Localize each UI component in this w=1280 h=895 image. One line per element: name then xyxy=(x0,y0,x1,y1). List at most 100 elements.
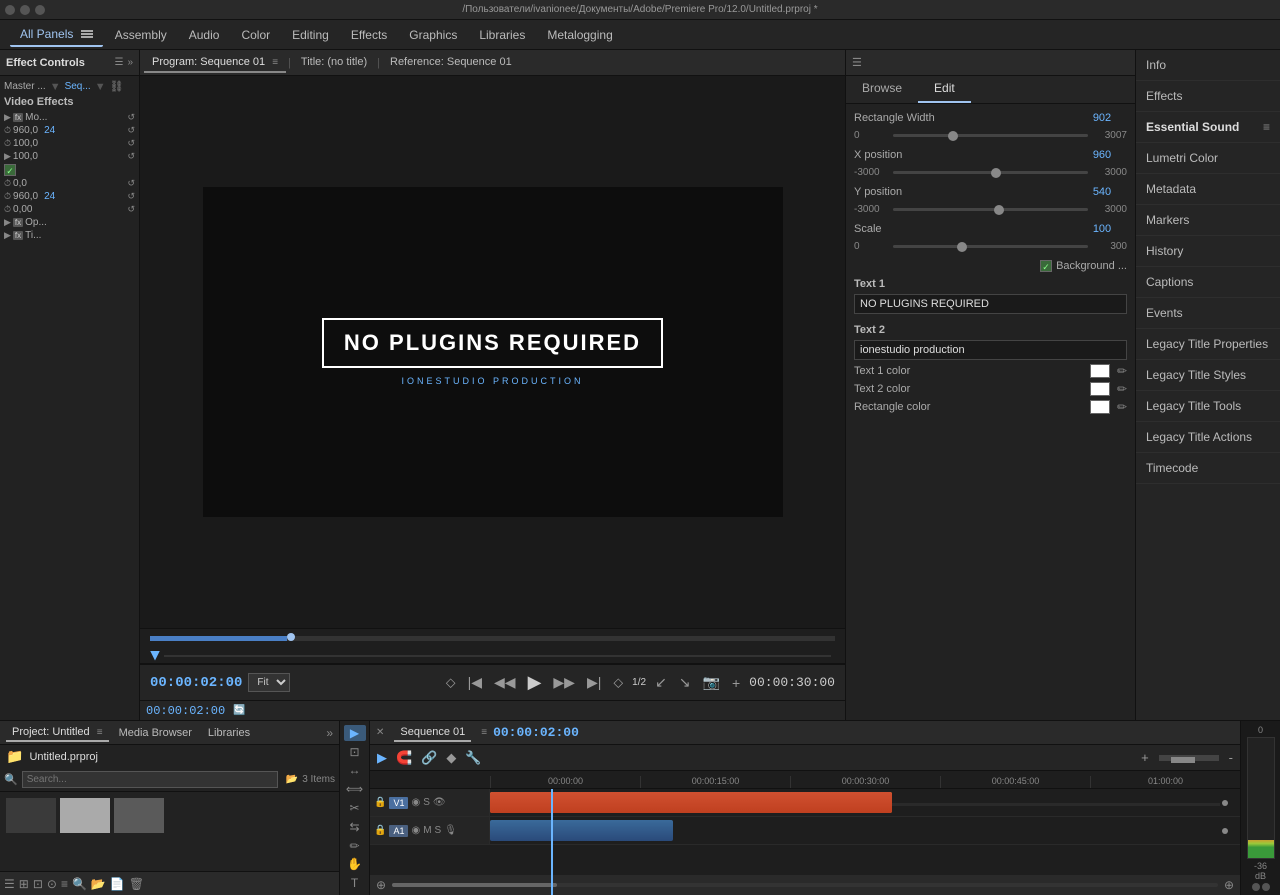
find-icon[interactable]: 🔍 xyxy=(72,877,87,891)
scale-thumb[interactable] xyxy=(957,242,967,252)
step-back-button[interactable]: ◀◀ xyxy=(491,672,519,693)
a1-solo-icon[interactable]: S xyxy=(435,825,442,836)
expand-icon-ti[interactable]: ▶ xyxy=(4,230,11,241)
menu-metalogging[interactable]: Metalogging xyxy=(537,24,622,46)
panel-menu-icon[interactable]: ☰ xyxy=(114,57,123,68)
project-search-input[interactable] xyxy=(22,771,278,788)
a1-mute-icon[interactable]: M xyxy=(423,825,431,836)
grid-view-icon[interactable]: ⊞ xyxy=(19,877,29,891)
scale-slider[interactable]: 0 300 xyxy=(854,241,1127,252)
v1-eye-icon[interactable]: 👁 xyxy=(433,797,446,808)
project-tab-media[interactable]: Media Browser xyxy=(113,725,198,741)
menu-assembly[interactable]: Assembly xyxy=(105,24,177,46)
next-edit-button[interactable]: ▶| xyxy=(584,672,604,693)
fit-select[interactable]: Fit xyxy=(248,673,290,692)
panel-item-timecode[interactable]: Timecode xyxy=(1136,453,1280,484)
overwrite-button[interactable]: ↘ xyxy=(676,672,694,693)
bins-icon[interactable]: 📂 xyxy=(91,877,106,891)
rect-color-swatch[interactable] xyxy=(1090,400,1110,414)
sequence-close-btn[interactable]: ✕ xyxy=(376,727,384,738)
panel-item-markers[interactable]: Markers xyxy=(1136,205,1280,236)
tool-pen[interactable]: ✏ xyxy=(344,838,366,854)
panel-item-legacy-title-props[interactable]: Legacy Title Properties xyxy=(1136,329,1280,360)
x-position-value[interactable]: 960 xyxy=(1077,149,1127,161)
rect-color-picker-icon[interactable]: ✏ xyxy=(1117,400,1127,414)
text2-color-picker-icon[interactable]: ✏ xyxy=(1117,382,1127,396)
tab-edit[interactable]: Edit xyxy=(918,76,971,103)
reset-icon-mo[interactable]: ↺ xyxy=(127,112,135,123)
freeform-view-icon[interactable]: ⊡ xyxy=(33,877,43,891)
reset-icon-anti[interactable]: ↺ xyxy=(127,204,135,215)
y-position-slider[interactable]: -3000 3000 xyxy=(854,204,1127,215)
scale-track[interactable] xyxy=(893,245,1088,248)
automate-icon[interactable]: ≡ xyxy=(61,877,68,891)
x-position-slider[interactable]: -3000 3000 xyxy=(854,167,1127,178)
tl-tool-snap[interactable]: 🧲 xyxy=(393,748,415,768)
expand-icon-2[interactable]: ▶ xyxy=(4,151,11,162)
seq-menu-icon[interactable]: ≡ xyxy=(481,727,487,738)
close-dot[interactable] xyxy=(5,5,15,15)
panel-item-essential-sound[interactable]: Essential Sound ≡ xyxy=(1136,112,1280,143)
menu-audio[interactable]: Audio xyxy=(179,24,230,46)
tab-browse[interactable]: Browse xyxy=(846,76,918,103)
tool-rolling[interactable]: ⟺ xyxy=(344,781,366,797)
new-folder-icon[interactable]: 📂 xyxy=(286,774,298,785)
mark-out-button[interactable]: ⬦ xyxy=(610,672,626,693)
y-pos-thumb[interactable] xyxy=(994,205,1004,215)
sort-icon[interactable]: ⊙ xyxy=(47,877,57,891)
insert-button[interactable]: ↙ xyxy=(652,672,670,693)
tl-zoom-bar[interactable] xyxy=(1159,755,1219,761)
rect-width-value[interactable]: 902 xyxy=(1077,112,1127,124)
add-button[interactable]: + xyxy=(729,673,743,693)
tl-tool-link[interactable]: 🔗 xyxy=(418,748,440,768)
progress-thumb[interactable] xyxy=(287,633,295,641)
list-view-icon[interactable]: ☰ xyxy=(4,877,15,891)
prev-edit-button[interactable]: |◀ xyxy=(465,672,485,693)
mark-in-button[interactable]: ⬦ xyxy=(443,672,459,693)
a1-voice-icon[interactable]: 🎙 xyxy=(444,825,457,836)
rect-width-slider[interactable]: 0 3007 xyxy=(854,130,1127,141)
v1-sync-icon[interactable]: S xyxy=(423,797,430,808)
monitor-progress[interactable] xyxy=(140,628,845,648)
expand-icon[interactable]: ▶ xyxy=(4,112,11,123)
tl-tool-wrench[interactable]: 🔧 xyxy=(462,748,484,768)
menu-all-panels[interactable]: All Panels xyxy=(10,23,103,47)
menu-graphics[interactable]: Graphics xyxy=(399,24,467,46)
text1-input[interactable] xyxy=(854,294,1127,314)
export-frame-button[interactable]: 📷 xyxy=(700,672,723,693)
panel-item-lumetri[interactable]: Lumetri Color xyxy=(1136,143,1280,174)
panel-item-metadata[interactable]: Metadata xyxy=(1136,174,1280,205)
tool-razor[interactable]: ✂ xyxy=(344,800,366,816)
panel-item-events[interactable]: Events xyxy=(1136,298,1280,329)
panel-expand-icon[interactable]: » xyxy=(127,57,133,68)
scale-value[interactable]: 100 xyxy=(1077,223,1127,235)
minimize-dot[interactable] xyxy=(20,5,30,15)
tool-selection[interactable]: ▶ xyxy=(344,725,366,741)
y-pos-track[interactable] xyxy=(893,208,1088,211)
progress-bar[interactable] xyxy=(150,636,835,641)
timeline-tab-seq01[interactable]: Sequence 01 xyxy=(394,724,471,742)
text2-color-swatch[interactable] xyxy=(1090,382,1110,396)
rect-width-track[interactable] xyxy=(893,134,1088,137)
x-pos-track[interactable] xyxy=(893,171,1088,174)
maximize-dot[interactable] xyxy=(35,5,45,15)
panel-item-info[interactable]: Info xyxy=(1136,50,1280,81)
a1-lock-icon[interactable]: 🔒 xyxy=(374,825,386,836)
timeline-bottom-btn2[interactable]: ⊕ xyxy=(1224,878,1234,892)
tool-hand[interactable]: ✋ xyxy=(344,856,366,872)
text1-color-picker-icon[interactable]: ✏ xyxy=(1117,364,1127,378)
panel-item-effects[interactable]: Effects xyxy=(1136,81,1280,112)
project-expand-icon[interactable]: » xyxy=(326,726,333,740)
checkbox[interactable]: ✓ xyxy=(4,164,16,176)
a1-enable-icon[interactable]: ◉ xyxy=(411,825,420,836)
tool-slip[interactable]: ⇆ xyxy=(344,819,366,835)
x-pos-thumb[interactable] xyxy=(991,168,1001,178)
menu-libraries[interactable]: Libraries xyxy=(469,24,535,46)
project-tab-project[interactable]: Project: Untitled ≡ xyxy=(6,724,109,742)
tool-ripple[interactable]: ↔ xyxy=(344,763,366,779)
v1-enable-icon[interactable]: ◉ xyxy=(411,797,420,808)
tool-track[interactable]: ⊡ xyxy=(344,744,366,760)
text2-input[interactable] xyxy=(854,340,1127,360)
panel-item-legacy-title-styles[interactable]: Legacy Title Styles xyxy=(1136,360,1280,391)
panel-item-history[interactable]: History xyxy=(1136,236,1280,267)
